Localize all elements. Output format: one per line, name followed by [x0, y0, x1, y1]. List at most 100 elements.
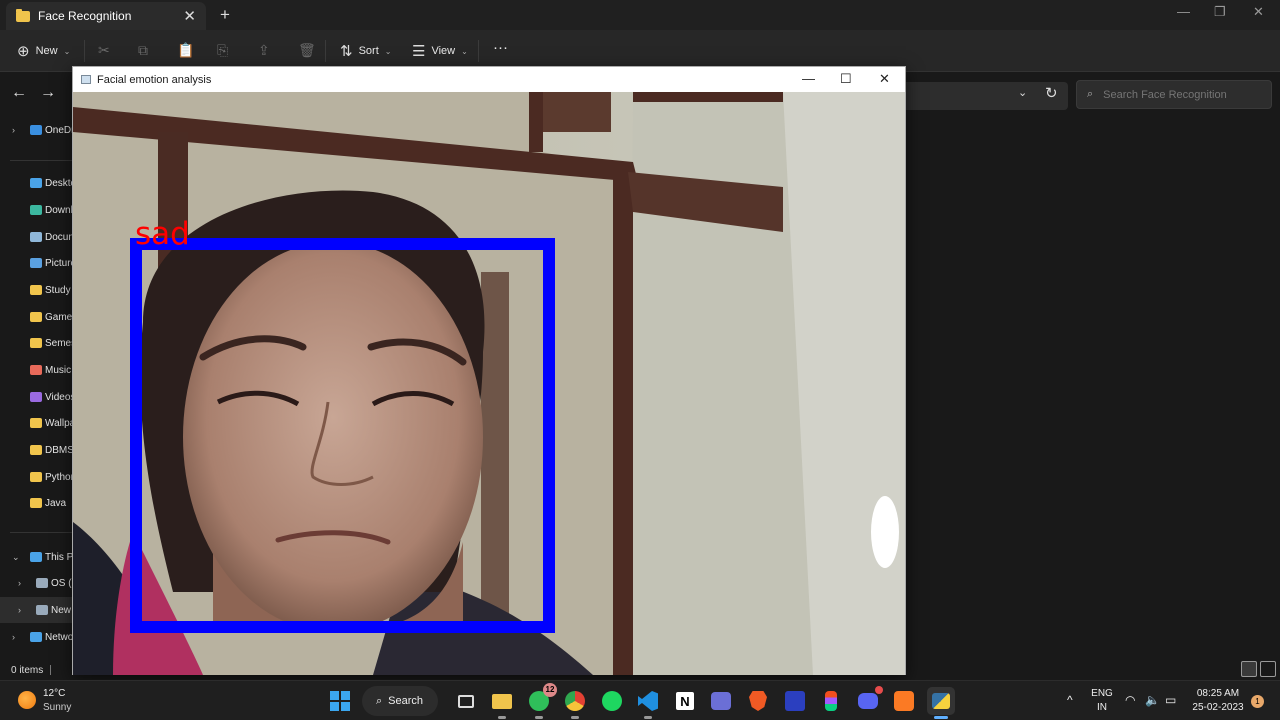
sidebar-item[interactable]: › OneDrive — [0, 117, 72, 143]
refresh-icon[interactable]: ↻ — [1045, 84, 1058, 102]
window-titlebar[interactable]: Facial emotion analysis — ☐ ✕ — [73, 67, 905, 92]
sidebar-item-label: New Volume (D:) — [51, 604, 72, 616]
python-app[interactable] — [927, 687, 955, 719]
task-view-button[interactable] — [452, 687, 480, 715]
sidebar-item[interactable]: Documents — [0, 224, 72, 250]
minimize-icon[interactable]: — — [1177, 4, 1190, 19]
sidebar-item-label: Music — [45, 364, 72, 376]
sidebar-item[interactable]: Study — [0, 277, 72, 303]
taskbar-search[interactable]: ⌕ Search — [362, 686, 438, 716]
sidebar-item-label: OS (C:) — [51, 577, 72, 589]
close-window-icon[interactable]: ✕ — [1253, 4, 1264, 20]
chevron-right-icon[interactable]: › — [12, 125, 15, 135]
chrome-app[interactable] — [561, 687, 589, 719]
sidebar-item[interactable]: › New Volume (D:) — [0, 597, 72, 623]
back-arrow-icon[interactable]: ← — [11, 84, 27, 102]
clock-date[interactable]: 25-02-2023 — [1188, 702, 1248, 713]
tiles-view-icon[interactable] — [1260, 661, 1276, 677]
address-bar[interactable] — [900, 82, 1068, 110]
app-icon — [81, 75, 91, 84]
maximize-icon[interactable]: ☐ — [840, 71, 852, 87]
sidebar-item[interactable]: Videos — [0, 384, 72, 410]
paste-icon[interactable]: 📋 — [177, 42, 194, 59]
weather-temperature[interactable]: 12°C — [43, 688, 65, 699]
spotify-app[interactable] — [598, 687, 626, 715]
sidebar-item[interactable]: ⌄ This PC — [0, 544, 72, 570]
navigation-pane: › OneDrive Desktop Downloads Documents Pictur… — [0, 116, 72, 656]
search-input[interactable] — [1103, 88, 1254, 101]
language-region[interactable]: IN — [1090, 702, 1114, 713]
sort-label: Sort — [358, 45, 379, 57]
forward-arrow-icon[interactable]: → — [40, 84, 56, 102]
webcam-frame: sad — [73, 92, 905, 675]
chevron-right-icon[interactable]: › — [18, 605, 21, 615]
language-code[interactable]: ENG — [1090, 688, 1114, 699]
more-options-icon[interactable]: ··· — [493, 39, 508, 56]
minimize-icon[interactable]: — — [802, 71, 815, 86]
vscode-app[interactable] — [634, 687, 662, 719]
xampp-app[interactable] — [890, 687, 918, 715]
weather-description[interactable]: Sunny — [43, 702, 71, 713]
sidebar-item[interactable]: Java — [0, 490, 72, 516]
figma-app[interactable] — [817, 687, 845, 715]
chevron-down-icon[interactable]: ⌄ — [12, 552, 20, 563]
sidebar-item[interactable]: Games — [0, 304, 72, 330]
frame-top — [633, 92, 783, 102]
close-tab-icon[interactable]: ✕ — [183, 7, 196, 25]
battery-icon[interactable]: ▭ — [1165, 693, 1176, 707]
new-label: New — [35, 45, 58, 57]
notification-badge: 12 — [543, 683, 557, 697]
sort-button[interactable]: ⇅ Sort ⌄ — [340, 42, 391, 60]
sidebar-item[interactable]: Desktop — [0, 170, 72, 196]
sidebar-item[interactable]: DBMS — [0, 437, 72, 463]
sidebar-item[interactable]: Wallpapers — [0, 410, 72, 436]
brave-app[interactable] — [744, 687, 772, 715]
restore-icon[interactable]: ❐ — [1214, 4, 1226, 20]
sidebar-item[interactable]: Downloads — [0, 197, 72, 223]
start-button[interactable] — [326, 687, 354, 715]
tab-face-recognition[interactable]: Face Recognition ✕ — [6, 2, 206, 30]
sidebar-item[interactable]: › OS (C:) — [0, 570, 72, 596]
sidebar-item-label: Desktop — [45, 177, 72, 189]
notification-badge[interactable]: 1 — [1251, 695, 1264, 708]
sun-icon[interactable] — [18, 691, 36, 709]
details-view-icon[interactable] — [1241, 661, 1257, 677]
sidebar-item-label: This PC — [45, 551, 72, 563]
sidebar-item-label: DBMS — [45, 444, 72, 456]
view-button[interactable]: ☰ View ⌄ — [412, 42, 468, 60]
wood-post — [529, 92, 543, 152]
sidebar-item[interactable]: Python — [0, 464, 72, 490]
add-tab-icon[interactable]: + — [220, 5, 230, 25]
download-icon — [30, 205, 42, 215]
active-indicator — [934, 716, 948, 719]
clock-time[interactable]: 08:25 AM — [1188, 688, 1248, 699]
teams-app[interactable] — [707, 687, 735, 715]
delete-icon[interactable]: 🗑 — [298, 42, 316, 59]
search-box[interactable]: ⌕ — [1076, 80, 1272, 109]
sidebar-item[interactable]: Music — [0, 357, 72, 383]
cut-icon[interactable]: ✂ — [98, 42, 110, 59]
copy-icon[interactable]: ⧉ — [138, 42, 148, 59]
search-icon: ⌕ — [376, 694, 383, 707]
separator — [478, 40, 479, 62]
share-icon[interactable]: ⇪ — [258, 42, 270, 59]
chevron-up-icon[interactable]: ^ — [1067, 693, 1073, 707]
rename-icon[interactable]: ⎘ — [217, 42, 228, 59]
sidebar-item[interactable]: Semester — [0, 330, 72, 356]
file-explorer-app[interactable] — [488, 687, 516, 719]
sidebar-item[interactable]: Pictures — [0, 250, 72, 276]
sidebar-item[interactable]: › Network — [0, 624, 72, 650]
notion-app[interactable]: N — [671, 687, 699, 715]
new-button[interactable]: ⊕ New ⌄ — [17, 42, 70, 60]
chevron-right-icon[interactable]: › — [18, 578, 21, 588]
whatsapp-app[interactable]: 12 — [525, 683, 557, 719]
onedrive-icon — [30, 125, 42, 135]
volume-icon[interactable]: 🔈 — [1145, 693, 1160, 707]
amazon-music-app[interactable] — [781, 687, 809, 715]
sidebar-item-label: Semester — [45, 337, 72, 349]
wifi-icon[interactable]: ◠ — [1125, 693, 1135, 707]
chevron-down-icon[interactable]: ⌄ — [1018, 86, 1027, 99]
chevron-right-icon[interactable]: › — [12, 632, 15, 642]
close-icon[interactable]: ✕ — [879, 71, 890, 87]
discord-app[interactable] — [854, 686, 883, 715]
